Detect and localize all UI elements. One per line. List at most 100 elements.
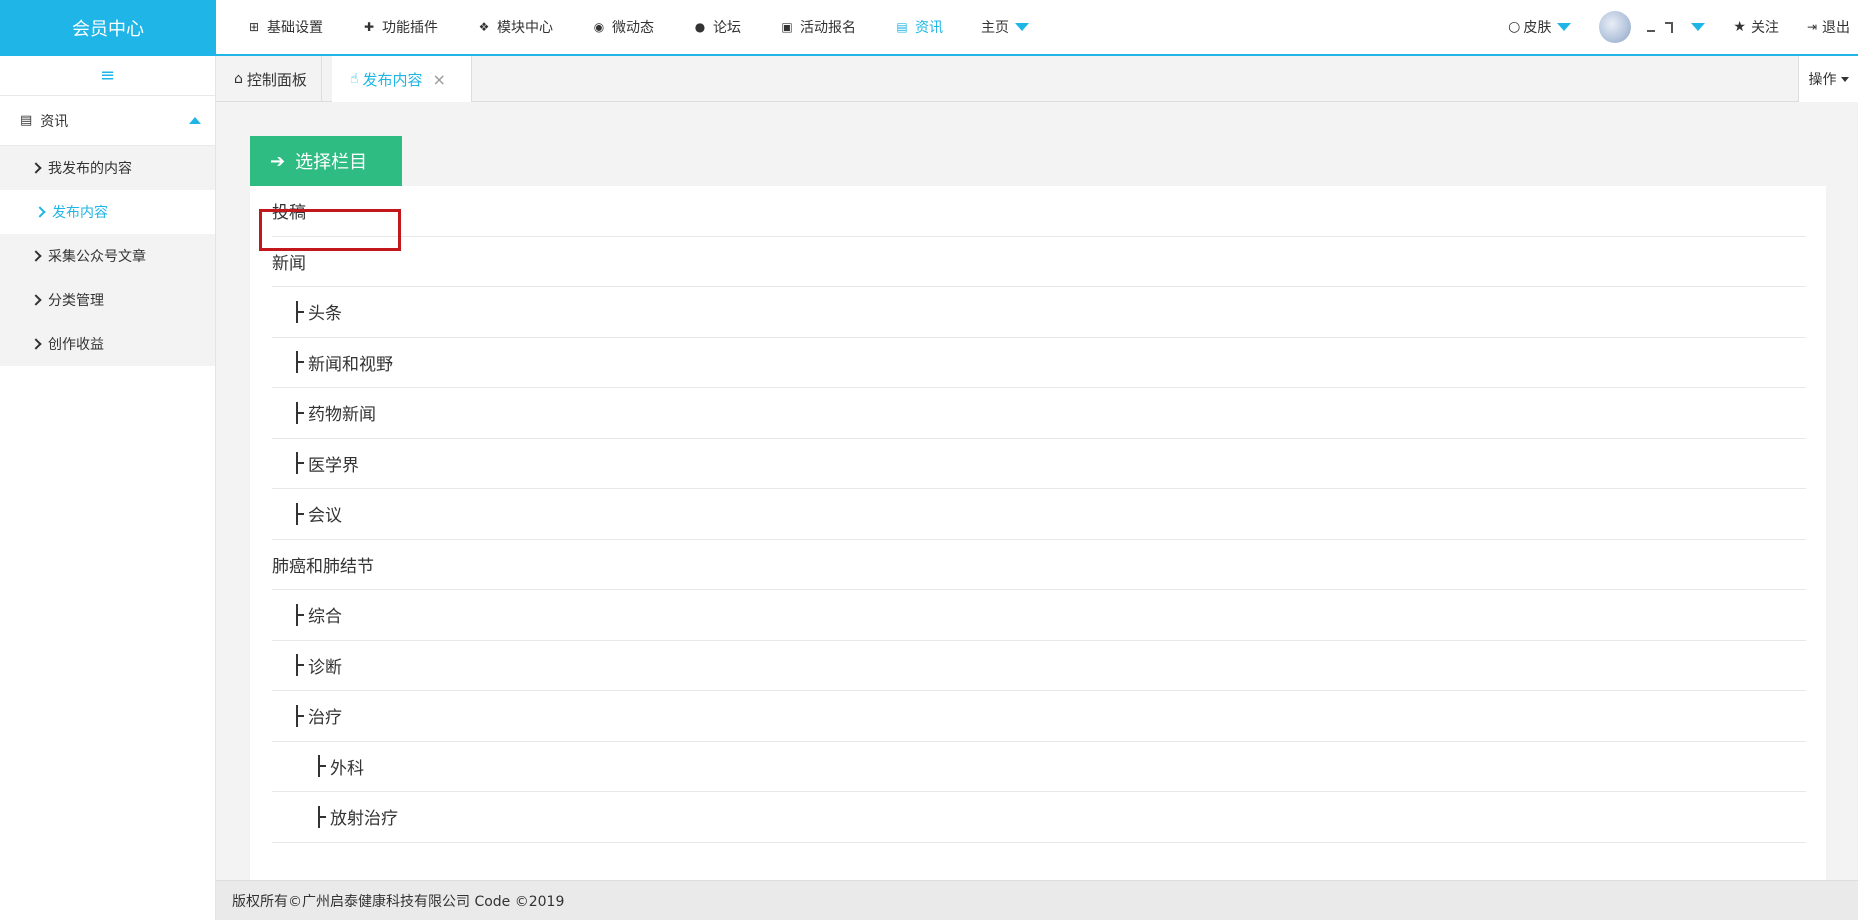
category-item[interactable]: 新闻和视野 <box>272 338 1806 388</box>
sidebar-item-collect-wechat[interactable]: 采集公众号文章 <box>0 234 215 278</box>
cubes-icon: ❖ <box>478 20 490 34</box>
tree-branch-icon <box>296 401 306 424</box>
chevron-right-icon <box>30 162 42 174</box>
nav-item-label: 模块中心 <box>497 20 553 36</box>
nav-item-home[interactable]: 主页 <box>981 17 1029 37</box>
category-label: 诊断 <box>308 657 342 678</box>
category-label: 头条 <box>308 304 342 325</box>
select-column-button[interactable]: ➔ 选择栏目 <box>250 136 402 186</box>
tree-branch-icon <box>296 452 306 475</box>
nav-item-label: 基础设置 <box>267 20 323 36</box>
puzzle-icon: ✚ <box>363 20 375 34</box>
skin-label: 皮肤 <box>1523 20 1552 36</box>
nav-item-basic-settings[interactable]: ⊞ 基础设置 <box>246 17 323 37</box>
sidebar-item-publish[interactable]: 发布内容 <box>0 190 215 234</box>
category-label: 肺癌和肺结节 <box>272 556 374 577</box>
tab-label: 发布内容 <box>362 70 423 89</box>
category-label: 治疗 <box>308 708 342 729</box>
tree-branch-icon <box>318 805 328 828</box>
caret-up-icon <box>189 117 201 124</box>
category-label: 综合 <box>308 607 342 628</box>
tree-branch-icon <box>296 704 306 727</box>
sidebar-group-label: 资讯 <box>40 113 69 130</box>
category-item[interactable]: 肺癌和肺结节 <box>272 540 1806 590</box>
category-label: 新闻和视野 <box>308 354 393 375</box>
arrow-right-icon: ➔ <box>270 150 286 172</box>
sidebar-submenu: 我发布的内容 发布内容 采集公众号文章 分类管理 创作收益 <box>0 146 215 366</box>
category-list: 投稿 新闻 头条 新闻和视野 药物新闻 医学界 会议 肺癌和肺结节 综合 诊断 … <box>272 186 1806 843</box>
category-item[interactable]: 药物新闻 <box>272 388 1806 439</box>
tree-branch-icon <box>296 654 306 677</box>
sidebar-item-label: 我发布的内容 <box>48 161 132 177</box>
file-icon: ▤ <box>896 20 908 34</box>
category-item[interactable]: 会议 <box>272 489 1806 540</box>
tree-branch-icon <box>296 351 306 374</box>
chevron-right-icon <box>30 338 42 350</box>
category-label: 外科 <box>330 758 364 779</box>
sign-out-icon: ⇥ <box>1806 20 1817 34</box>
nav-item-label: 主页 <box>981 20 1009 36</box>
category-item[interactable]: 放射治疗 <box>272 792 1806 843</box>
nav-item-forum[interactable]: ● 论坛 <box>692 17 741 37</box>
top-right-tools: ○ 皮肤 ★ 关注 ⇥ 退出 <box>1508 0 1858 54</box>
nav-item-weibo[interactable]: ◉ 微动态 <box>591 17 654 37</box>
select-column-label: 选择栏目 <box>295 152 368 173</box>
caret-down-icon <box>1840 76 1849 82</box>
tree-branch-icon <box>296 502 306 525</box>
footer-copyright: 版权所有©广州启泰健康科技有限公司 Code ©2019 <box>216 880 1858 920</box>
category-label: 药物新闻 <box>308 405 376 426</box>
avatar <box>1599 11 1632 43</box>
main-content: ➔ 选择栏目 投稿 新闻 头条 新闻和视野 药物新闻 医学界 会议 肺癌和肺结节… <box>216 102 1858 880</box>
nav-item-label: 功能插件 <box>382 20 438 36</box>
sidebar-item-my-posts[interactable]: 我发布的内容 <box>0 146 215 190</box>
sidebar-item-label: 采集公众号文章 <box>48 249 146 265</box>
tab-label: 控制面板 <box>246 70 307 89</box>
logout-label: 退出 <box>1822 20 1850 36</box>
thumbs-up-icon: ☝ <box>350 71 359 87</box>
category-label: 放射治疗 <box>330 809 398 830</box>
category-item[interactable]: 头条 <box>272 287 1806 338</box>
comment-icon: ● <box>694 20 706 34</box>
category-item[interactable]: 治疗 <box>272 691 1806 742</box>
nav-item-modules[interactable]: ❖ 模块中心 <box>476 17 553 37</box>
user-menu[interactable] <box>1599 11 1706 43</box>
category-panel: 投稿 新闻 头条 新闻和视野 药物新闻 医学界 会议 肺癌和肺结节 综合 诊断 … <box>250 186 1826 880</box>
sidebar: ≡ ▤ 资讯 我发布的内容 发布内容 采集公众号文章 分类管理 创作收益 <box>0 56 216 920</box>
nav-item-news[interactable]: ▤ 资讯 <box>894 17 943 37</box>
sidebar-group-news[interactable]: ▤ 资讯 <box>0 96 215 146</box>
sidebar-item-earnings[interactable]: 创作收益 <box>0 322 215 366</box>
circle-icon: ○ <box>1508 19 1521 35</box>
nav-item-plugins[interactable]: ✚ 功能插件 <box>361 17 438 37</box>
category-item[interactable]: 投稿 <box>272 186 1806 237</box>
tab-dashboard[interactable]: ⌂ 控制面板 <box>216 56 322 102</box>
category-item[interactable]: 医学界 <box>272 439 1806 489</box>
category-label: 会议 <box>308 506 342 527</box>
close-icon[interactable]: × <box>433 70 446 89</box>
operations-dropdown[interactable]: 操作 <box>1798 56 1858 102</box>
tree-branch-icon <box>296 603 306 626</box>
nav-item-label: 资讯 <box>915 20 943 36</box>
menu-toggle-icon[interactable]: ≡ <box>0 56 215 96</box>
weibo-icon: ◉ <box>593 20 605 34</box>
chevron-right-icon <box>30 294 42 306</box>
nav-item-label: 活动报名 <box>800 20 856 36</box>
category-item[interactable]: 新闻 <box>272 237 1806 287</box>
skin-menu[interactable]: ○ 皮肤 <box>1508 17 1572 37</box>
chevron-right-icon <box>34 206 46 218</box>
sidebar-item-label: 创作收益 <box>48 337 104 353</box>
tab-publish[interactable]: ☝ 发布内容 × <box>332 56 472 102</box>
chevron-right-icon <box>30 250 42 262</box>
follow-link[interactable]: ★ 关注 <box>1733 17 1779 37</box>
caret-down-icon <box>1691 23 1706 31</box>
logout-link[interactable]: ⇥ 退出 <box>1807 17 1850 37</box>
category-item[interactable]: 综合 <box>272 590 1806 641</box>
brand-title[interactable]: 会员中心 <box>0 0 216 56</box>
sidebar-item-categories[interactable]: 分类管理 <box>0 278 215 322</box>
username-obscured <box>1645 20 1679 34</box>
category-item[interactable]: 诊断 <box>272 641 1806 691</box>
follow-label: 关注 <box>1750 20 1779 36</box>
nav-item-events[interactable]: ▣ 活动报名 <box>779 17 856 37</box>
top-header: 会员中心 ⊞ 基础设置 ✚ 功能插件 ❖ 模块中心 ◉ 微动态 ● 论坛 ▣ 活… <box>0 0 1858 56</box>
category-item[interactable]: 外科 <box>272 742 1806 792</box>
linkedin-icon: ▣ <box>781 20 793 34</box>
